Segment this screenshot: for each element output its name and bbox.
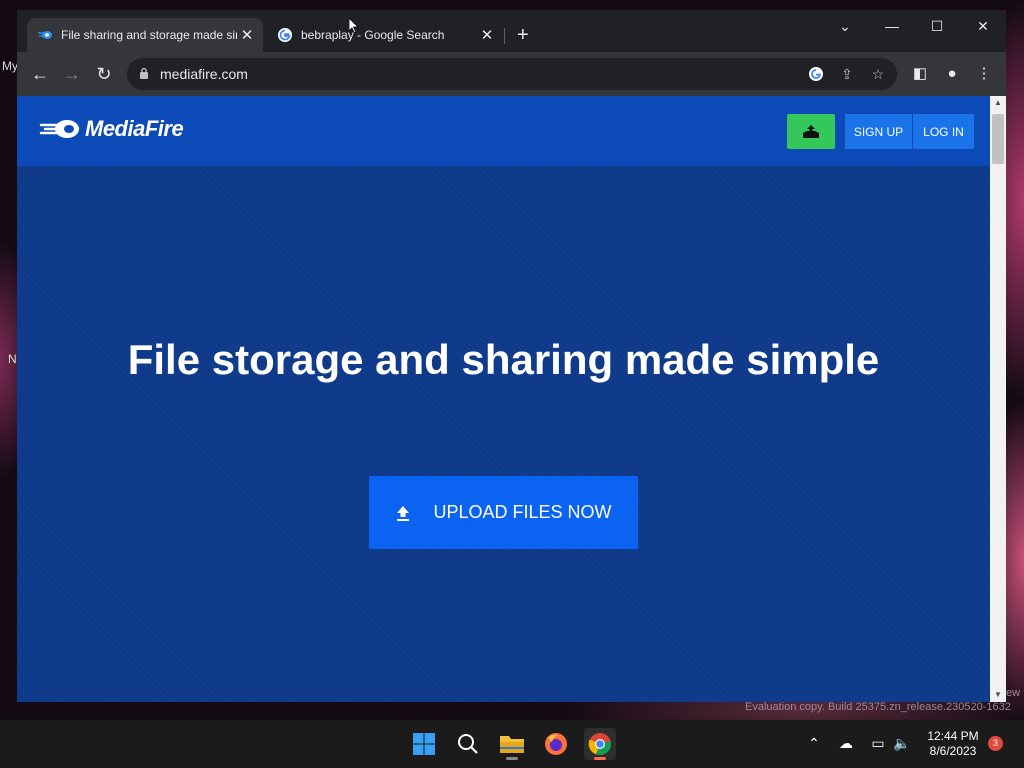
page-scrollbar[interactable] xyxy=(990,96,1006,702)
file-explorer-button[interactable] xyxy=(496,728,528,760)
tab-strip: File sharing and storage made simple ✕ b… xyxy=(17,10,1006,52)
network-icon[interactable]: ▭ xyxy=(869,735,887,752)
tab-google-search[interactable]: bebraplay - Google Search ✕ xyxy=(267,18,503,52)
back-icon[interactable]: ← xyxy=(29,63,51,85)
clock-date: 8/6/2023 xyxy=(929,744,977,758)
chrome-window: File sharing and storage made simple ✕ b… xyxy=(17,10,1006,702)
tab-search-icon[interactable]: ⌄ xyxy=(830,18,860,35)
scroll-thumb[interactable] xyxy=(992,114,1004,164)
taskbar-search-button[interactable] xyxy=(452,728,484,760)
folder-icon xyxy=(500,736,524,753)
brand-wordmark: MediaFire xyxy=(85,116,184,141)
site-header: MediaFire SIGN UP LOG IN xyxy=(17,96,990,166)
share-icon[interactable]: ⇪ xyxy=(839,66,855,82)
minimize-button[interactable]: — xyxy=(877,18,907,34)
notification-badge[interactable]: 3 xyxy=(988,736,1003,751)
upload-files-now-button[interactable]: UPLOAD FILES NOW xyxy=(369,476,638,549)
browser-toolbar: ← → ↻ mediafire.com ⇪ ☆ ◧ ● ⋮ xyxy=(17,52,1006,96)
hero-section: File storage and sharing made simple UPL… xyxy=(17,166,990,702)
mouse-cursor-icon xyxy=(349,18,359,34)
url-text: mediafire.com xyxy=(160,66,248,82)
reload-icon[interactable]: ↻ xyxy=(93,63,115,85)
forward-icon[interactable]: → xyxy=(61,63,83,85)
google-lens-icon[interactable] xyxy=(808,66,824,82)
evaluation-watermark: Evaluation copy. Build 25375.zn_release.… xyxy=(745,701,1011,713)
profile-icon[interactable]: ● xyxy=(941,63,963,85)
bookmark-star-icon[interactable]: ☆ xyxy=(870,66,886,82)
search-icon xyxy=(458,734,478,754)
watermark-fragment: ew xyxy=(1006,687,1021,699)
upload-arrow-icon xyxy=(397,505,410,521)
chevron-up-icon[interactable]: ⌃ xyxy=(805,735,823,752)
windows-logo-icon xyxy=(413,733,435,755)
tab-title: File sharing and storage made simple xyxy=(61,28,237,42)
new-tab-button[interactable]: + xyxy=(517,24,529,46)
mediafire-logo-icon xyxy=(39,120,79,138)
hero-title: File storage and sharing made simple xyxy=(127,336,880,383)
tab-mediafire[interactable]: File sharing and storage made simple ✕ xyxy=(27,18,263,52)
chrome-icon xyxy=(588,733,611,756)
firefox-button[interactable] xyxy=(540,728,572,760)
mediafire-favicon-icon xyxy=(38,31,52,39)
side-panel-icon[interactable]: ◧ xyxy=(909,63,931,85)
google-favicon-icon xyxy=(278,28,292,42)
volume-icon[interactable]: 🔈 xyxy=(893,735,911,752)
onedrive-offline-icon[interactable]: ☁ xyxy=(837,735,855,752)
active-indicator xyxy=(594,757,606,760)
start-button[interactable] xyxy=(408,728,440,760)
sign-up-button[interactable]: SIGN UP xyxy=(845,114,912,149)
mediafire-logo[interactable]: MediaFire xyxy=(39,116,184,142)
desktop-icon-label[interactable]: N xyxy=(8,352,17,366)
chrome-button[interactable] xyxy=(584,728,616,760)
clock-time: 12:44 PM xyxy=(927,729,979,743)
lock-icon[interactable] xyxy=(139,67,149,80)
log-in-button[interactable]: LOG IN xyxy=(913,114,974,149)
maximize-button[interactable]: ☐ xyxy=(922,18,952,35)
taskbar: ⌃ ☁ ▭ 🔈 12:44 PM 8/6/2023 xyxy=(0,720,1024,768)
scroll-down-icon[interactable]: ▼ xyxy=(992,690,1004,700)
upload-button[interactable] xyxy=(787,114,835,149)
page-viewport: MediaFire SIGN UP LOG IN File storage an… xyxy=(17,96,990,702)
close-tab-icon[interactable]: ✕ xyxy=(477,26,497,44)
address-bar[interactable]: mediafire.com ⇪ ☆ xyxy=(127,58,897,90)
tab-separator xyxy=(504,28,505,44)
cta-label: UPLOAD FILES NOW xyxy=(433,502,612,522)
tab-title: bebraplay - Google Search xyxy=(301,28,445,42)
firefox-icon xyxy=(545,733,567,755)
upload-tray-icon xyxy=(803,124,819,138)
close-window-button[interactable]: ✕ xyxy=(968,18,998,35)
system-clock[interactable]: 12:44 PM 8/6/2023 xyxy=(925,729,981,759)
desktop-icon-label[interactable]: My xyxy=(2,59,18,73)
close-tab-icon[interactable]: ✕ xyxy=(237,26,257,44)
scroll-up-icon[interactable]: ▲ xyxy=(992,98,1004,108)
menu-kebab-icon[interactable]: ⋮ xyxy=(973,63,995,85)
running-indicator xyxy=(506,757,518,760)
